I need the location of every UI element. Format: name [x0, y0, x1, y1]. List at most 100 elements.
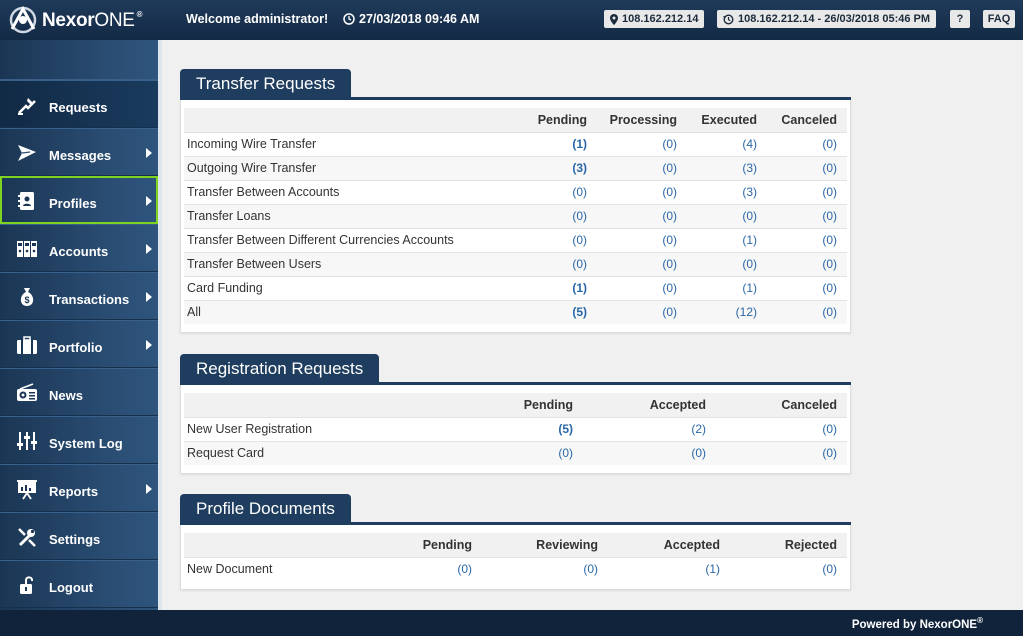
- nexorone-logo[interactable]: NexorONE ®: [6, 4, 158, 36]
- footer: Powered by NexorONE®: [0, 610, 1023, 636]
- sidebar-item-news[interactable]: News: [0, 368, 158, 416]
- sidebar-item-label: Portfolio: [49, 340, 103, 355]
- count-link[interactable]: (0): [822, 233, 837, 247]
- sidebar-item-messages[interactable]: Messages: [0, 128, 158, 176]
- row-label: Transfer Between Users: [184, 251, 517, 276]
- table-row: New Document (0) (0) (1) (0): [184, 556, 847, 581]
- help-button[interactable]: ?: [950, 10, 970, 28]
- count-link[interactable]: (0): [572, 257, 587, 271]
- count-link[interactable]: (12): [736, 305, 757, 319]
- panel-title: Transfer Requests: [180, 69, 352, 97]
- cell: (0): [597, 227, 687, 252]
- sidebar-item-system-log[interactable]: System Log: [0, 416, 158, 464]
- sidebar: Requests Messages Profiles Accounts $ Tr…: [0, 40, 158, 610]
- faq-button[interactable]: FAQ: [983, 10, 1015, 28]
- count-link[interactable]: (0): [572, 185, 587, 199]
- count-link[interactable]: (0): [662, 185, 677, 199]
- count-link[interactable]: (2): [691, 422, 706, 436]
- count-link[interactable]: (0): [742, 209, 757, 223]
- count-link[interactable]: (1): [742, 281, 757, 295]
- row-label: Transfer Between Different Currencies Ac…: [184, 227, 517, 252]
- count-link[interactable]: (1): [705, 562, 720, 576]
- table-row: Request Card (0) (0) (0): [184, 440, 847, 465]
- last-login-badge[interactable]: 108.162.212.14 - 26/03/2018 05:46 PM: [717, 10, 937, 28]
- count-link[interactable]: (0): [662, 233, 677, 247]
- last-login-text: 108.162.212.14 - 26/03/2018 05:46 PM: [738, 13, 931, 25]
- column-header: Executed: [687, 108, 767, 132]
- cell: (0): [482, 556, 608, 581]
- column-header: Pending: [453, 393, 583, 417]
- sidebar-item-portfolio[interactable]: Portfolio: [0, 320, 158, 368]
- cell: (0): [767, 131, 847, 156]
- count-link[interactable]: (0): [822, 562, 837, 576]
- sidebar-item-label: Messages: [49, 148, 112, 163]
- chevron-right-icon: [146, 292, 152, 302]
- logo-mark: ®: [136, 10, 143, 19]
- binders-icon: [17, 241, 37, 257]
- count-link[interactable]: (3): [572, 161, 587, 175]
- count-link[interactable]: (0): [822, 137, 837, 151]
- count-link[interactable]: (0): [662, 281, 677, 295]
- table-row: Outgoing Wire Transfer (3) (0) (3) (0): [184, 155, 847, 180]
- count-link[interactable]: (0): [742, 257, 757, 271]
- cell: (0): [767, 227, 847, 252]
- count-link[interactable]: (0): [822, 422, 837, 436]
- count-link[interactable]: (0): [822, 257, 837, 271]
- count-link[interactable]: (0): [822, 161, 837, 175]
- row-label: Outgoing Wire Transfer: [184, 155, 517, 180]
- count-link[interactable]: (0): [662, 257, 677, 271]
- cell: (3): [517, 155, 597, 180]
- count-link[interactable]: (0): [662, 305, 677, 319]
- count-link[interactable]: (1): [572, 281, 587, 295]
- cell: (0): [597, 179, 687, 204]
- sidebar-item-logout[interactable]: Logout: [0, 560, 158, 608]
- count-link[interactable]: (0): [691, 446, 706, 460]
- sidebar-item-reports[interactable]: Reports: [0, 464, 158, 512]
- count-link[interactable]: (1): [742, 233, 757, 247]
- count-link[interactable]: (0): [662, 161, 677, 175]
- count-link[interactable]: (1): [572, 137, 587, 151]
- count-link[interactable]: (0): [822, 281, 837, 295]
- cell: (1): [687, 275, 767, 300]
- chevron-right-icon: [146, 244, 152, 254]
- count-link[interactable]: (0): [822, 446, 837, 460]
- table-row: Transfer Loans (0) (0) (0) (0): [184, 203, 847, 228]
- ip-badge[interactable]: 108.162.212.14: [604, 10, 705, 28]
- count-link[interactable]: (5): [558, 422, 573, 436]
- count-link[interactable]: (0): [662, 209, 677, 223]
- count-link[interactable]: (3): [742, 161, 757, 175]
- count-link[interactable]: (4): [742, 137, 757, 151]
- column-header: Pending: [362, 533, 482, 557]
- count-link[interactable]: (0): [662, 137, 677, 151]
- count-link[interactable]: (0): [558, 446, 573, 460]
- cell: (1): [517, 131, 597, 156]
- sidebar-item-profiles[interactable]: Profiles: [0, 176, 158, 224]
- cell: (0): [597, 275, 687, 300]
- radio-icon: [17, 383, 37, 401]
- count-link[interactable]: (5): [572, 305, 587, 319]
- count-link[interactable]: (0): [822, 185, 837, 199]
- row-label: New User Registration: [184, 416, 453, 441]
- panel-body: Pending Reviewing Accepted Rejected New …: [180, 525, 851, 590]
- cell: (12): [687, 299, 767, 324]
- count-link[interactable]: (0): [572, 233, 587, 247]
- cell: (0): [517, 251, 597, 276]
- profile-documents-table: Pending Reviewing Accepted Rejected New …: [184, 533, 847, 581]
- count-link[interactable]: (0): [822, 305, 837, 319]
- count-link[interactable]: (0): [583, 562, 598, 576]
- count-link[interactable]: (0): [822, 209, 837, 223]
- sidebar-item-requests[interactable]: Requests: [0, 80, 158, 128]
- main-content: Transfer Requests Pending Processing Exe…: [162, 40, 1023, 610]
- profile-documents-panel: Profile Documents Pending Reviewing Acce…: [180, 494, 851, 590]
- sidebar-item-settings[interactable]: Settings: [0, 512, 158, 560]
- count-link[interactable]: (0): [457, 562, 472, 576]
- count-link[interactable]: (0): [572, 209, 587, 223]
- sidebar-item-accounts[interactable]: Accounts: [0, 224, 158, 272]
- column-header: Reviewing: [482, 533, 608, 557]
- count-link[interactable]: (3): [742, 185, 757, 199]
- powered-by: Powered by NexorONE®: [852, 616, 983, 631]
- panel-title: Profile Documents: [180, 494, 351, 522]
- row-label: Transfer Between Accounts: [184, 179, 517, 204]
- sidebar-item-transactions[interactable]: $ Transactions: [0, 272, 158, 320]
- cell: (0): [597, 131, 687, 156]
